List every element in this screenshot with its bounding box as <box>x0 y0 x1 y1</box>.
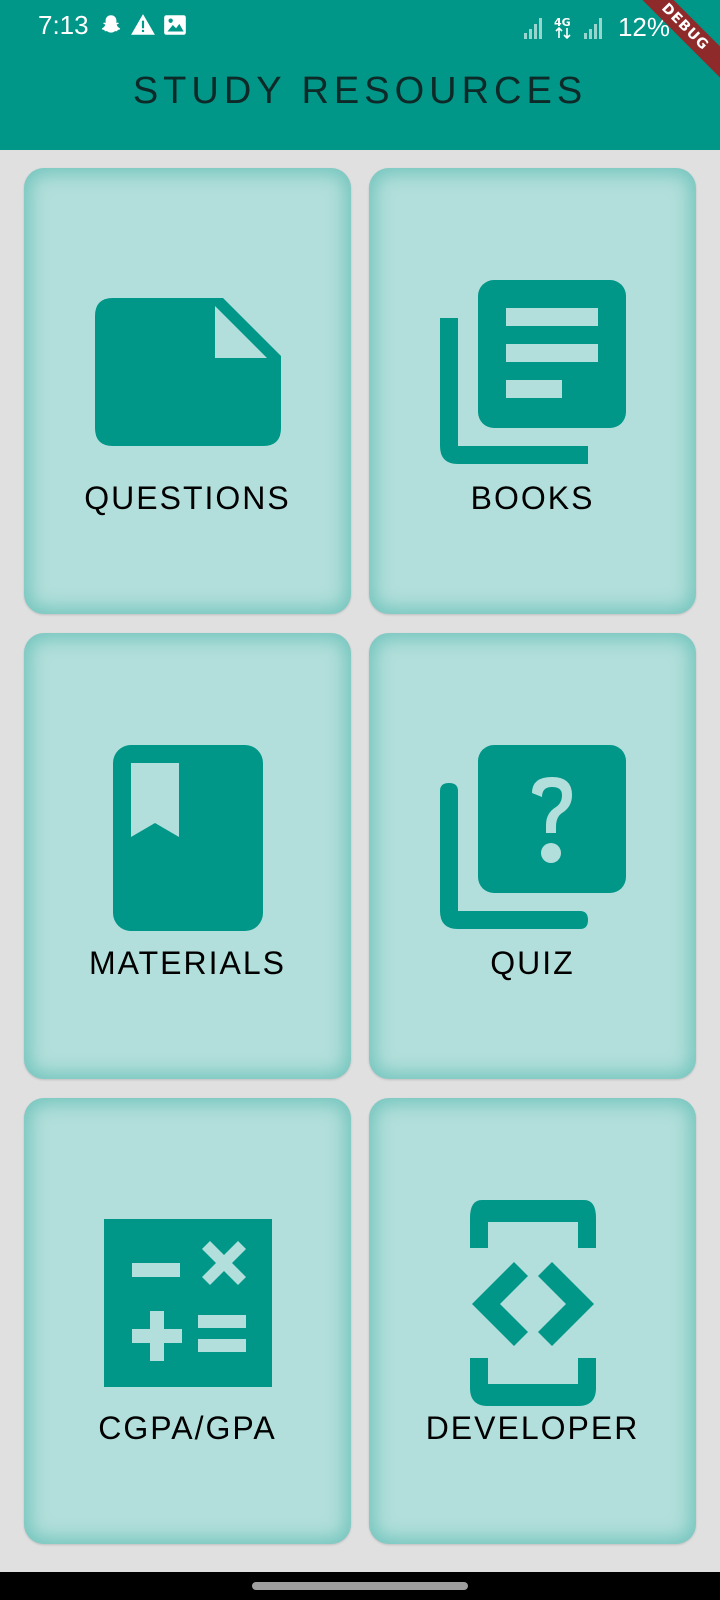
card-label: DEVELOPER <box>425 1410 640 1446</box>
svg-text:4G: 4G <box>554 16 571 29</box>
card-label: BOOKS <box>470 480 595 516</box>
card-label: QUESTIONS <box>84 480 291 516</box>
warning-icon <box>131 14 155 35</box>
signal-icon <box>583 17 602 39</box>
navigation-bar <box>0 1572 720 1600</box>
home-gesture-handle[interactable] <box>252 1582 468 1590</box>
card-books[interactable]: BOOKS <box>369 168 696 614</box>
image-icon <box>164 15 186 35</box>
card-label: QUIZ <box>490 945 575 981</box>
quiz-icon <box>369 728 696 948</box>
status-bar: 7:13 4G 12% <box>0 0 720 52</box>
signal-icon <box>523 17 542 39</box>
status-system-icons: 4G 12% <box>522 12 670 43</box>
snapchat-icon <box>101 15 121 33</box>
card-developer[interactable]: DEVELOPER <box>369 1098 696 1544</box>
page-title: STUDY RESOURCES <box>132 70 588 112</box>
card-label: MATERIALS <box>89 945 286 981</box>
card-questions[interactable]: QUESTIONS <box>24 168 351 614</box>
card-quiz[interactable]: QUIZ <box>369 633 696 1079</box>
developer-mode-icon <box>369 1193 696 1413</box>
card-label: CGPA/GPA <box>98 1410 277 1446</box>
status-notification-icons <box>98 12 188 38</box>
card-cgpa-gpa[interactable]: CGPA/GPA <box>24 1098 351 1544</box>
book-bookmark-icon <box>24 728 351 948</box>
calculator-icon <box>24 1193 351 1413</box>
document-icon <box>24 263 351 483</box>
card-materials[interactable]: MATERIALS <box>24 633 351 1079</box>
app-bar: 7:13 4G 12% DEBUG STUDY RESOURCES <box>0 0 720 150</box>
status-time: 7:13 <box>38 10 89 40</box>
network-4g-icon: 4G <box>554 16 571 39</box>
library-books-icon <box>369 263 696 483</box>
